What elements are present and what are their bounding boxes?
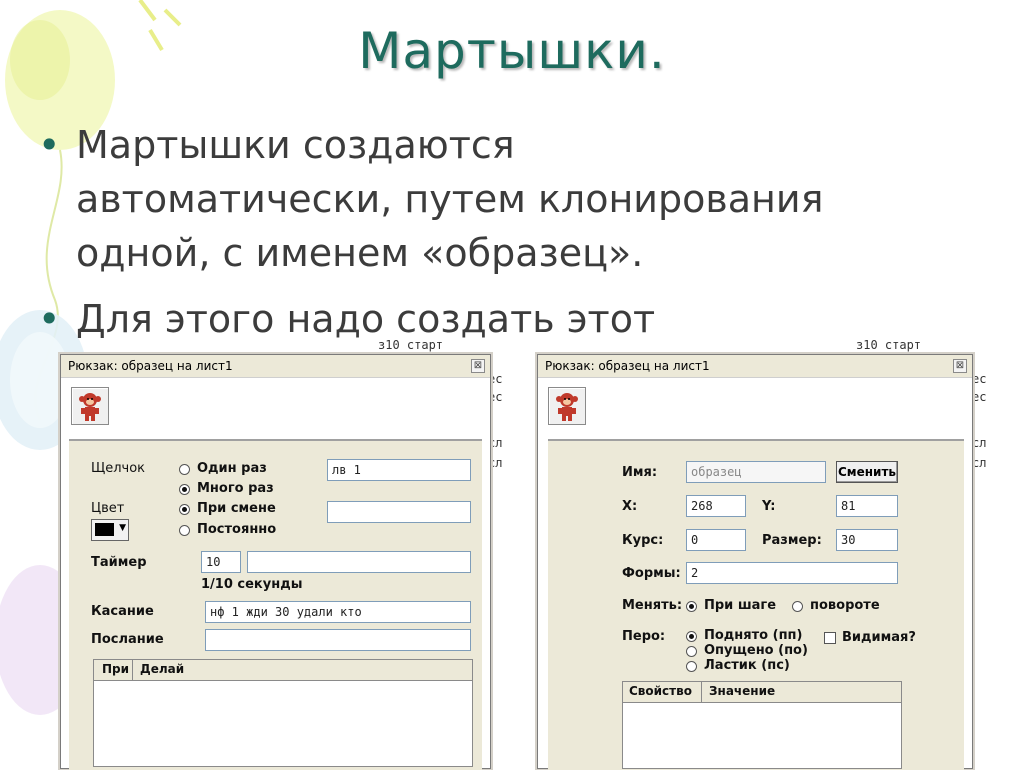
radio-on-step[interactable] bbox=[686, 601, 697, 612]
bg-text-line: з10 старт bbox=[856, 338, 922, 352]
size-label: Размер: bbox=[762, 533, 822, 548]
backpack-window-left: Рюкзак: образец на лист1 ⊠ Щелчок Один р… bbox=[60, 354, 491, 770]
extra-command-input[interactable] bbox=[327, 501, 471, 523]
radio-always[interactable] bbox=[179, 525, 190, 536]
radio-once[interactable] bbox=[179, 464, 190, 475]
monkey-sprite-button[interactable] bbox=[548, 387, 586, 425]
bg-text-line: сл bbox=[972, 456, 987, 470]
color-label: Цвет bbox=[91, 501, 125, 516]
window-titlebar[interactable]: Рюкзак: образец на лист1 ⊠ bbox=[538, 355, 972, 378]
close-icon[interactable]: ⊠ bbox=[953, 359, 967, 373]
timer-unit: 1/10 секунды bbox=[201, 577, 303, 592]
bullet-1-line-3: одной, с именем «образец». bbox=[76, 231, 644, 275]
y-input[interactable]: 81 bbox=[836, 495, 898, 517]
shapes-input[interactable]: 2 bbox=[686, 562, 898, 584]
radio-on-turn[interactable] bbox=[792, 601, 803, 612]
pen-label: Перо: bbox=[622, 629, 666, 644]
condition-action-table[interactable]: При Делай bbox=[93, 659, 473, 767]
properties-panel: Щелчок Один раз Много раз При смене Пост… bbox=[69, 439, 482, 770]
col-property: Свойство bbox=[629, 684, 692, 698]
message-label: Послание bbox=[91, 632, 164, 647]
click-label: Щелчок bbox=[91, 461, 146, 476]
timer-input[interactable]: 10 bbox=[201, 551, 241, 573]
window-title: Рюкзак: образец на лист1 bbox=[68, 359, 233, 373]
bg-text-line: ес bbox=[972, 372, 987, 386]
name-label: Имя: bbox=[622, 465, 658, 480]
bg-text-line: з10 старт bbox=[378, 338, 444, 352]
heading-input[interactable]: 0 bbox=[686, 529, 746, 551]
timer-command-input[interactable] bbox=[247, 551, 471, 573]
option-on-step: При шаге bbox=[704, 598, 777, 613]
table-header: Свойство Значение bbox=[623, 682, 901, 703]
bullet-1-line-1: Мартышки создаются bbox=[76, 123, 515, 167]
change-name-button[interactable]: Сменить bbox=[836, 461, 898, 483]
window-titlebar[interactable]: Рюкзак: образец на лист1 ⊠ bbox=[61, 355, 490, 378]
y-label: Y: bbox=[762, 499, 776, 514]
column-divider bbox=[132, 660, 133, 680]
window-title: Рюкзак: образец на лист1 bbox=[545, 359, 710, 373]
slide-title: Мартышки. bbox=[358, 22, 666, 80]
col-do: Делай bbox=[140, 662, 185, 676]
radio-on-change[interactable] bbox=[179, 504, 190, 515]
heading-label: Курс: bbox=[622, 533, 664, 548]
option-many: Много раз bbox=[197, 481, 274, 496]
size-input[interactable]: 30 bbox=[836, 529, 898, 551]
bullet-mark: • bbox=[38, 297, 61, 341]
name-input[interactable]: образец bbox=[686, 461, 826, 483]
touch-label: Касание bbox=[91, 604, 154, 619]
option-eraser: Ластик (пс) bbox=[704, 658, 790, 673]
table-header: При Делай bbox=[94, 660, 472, 681]
color-picker[interactable]: ▼ bbox=[91, 519, 129, 541]
touch-input[interactable]: нф 1 жди 30 удали кто bbox=[205, 601, 471, 623]
visible-label: Видимая? bbox=[842, 630, 916, 645]
timer-label: Таймер bbox=[91, 555, 147, 570]
bullet-2: • Для этого надо создать этот bbox=[38, 292, 656, 346]
monkey-icon bbox=[79, 393, 101, 421]
col-value: Значение bbox=[709, 684, 776, 698]
color-swatch bbox=[95, 523, 114, 536]
radio-many[interactable] bbox=[179, 484, 190, 495]
property-value-table[interactable]: Свойство Значение bbox=[622, 681, 902, 769]
bg-text-line: сл bbox=[972, 436, 987, 450]
bullet-mark: • bbox=[38, 123, 61, 167]
click-command-input[interactable]: лв 1 bbox=[327, 459, 471, 481]
bullet-1: • Мартышки создаются автоматически, путе… bbox=[38, 118, 824, 280]
radio-eraser[interactable] bbox=[686, 661, 697, 672]
option-once: Один раз bbox=[197, 461, 267, 476]
backpack-window-right: Рюкзак: образец на лист1 ⊠ Имя: образец … bbox=[537, 354, 973, 770]
message-input[interactable] bbox=[205, 629, 471, 651]
option-pen-down: Опущено (по) bbox=[704, 643, 808, 658]
option-always: Постоянно bbox=[197, 522, 277, 537]
x-label: X: bbox=[622, 499, 638, 514]
option-on-change: При смене bbox=[197, 501, 276, 516]
visible-checkbox[interactable] bbox=[824, 632, 836, 644]
column-divider bbox=[701, 682, 702, 702]
option-pen-up: Поднято (пп) bbox=[704, 628, 803, 643]
bullet-2-line-1: Для этого надо создать этот bbox=[76, 297, 656, 341]
change-label: Менять: bbox=[622, 598, 683, 613]
chevron-down-icon: ▼ bbox=[119, 523, 126, 533]
radio-pen-up[interactable] bbox=[686, 631, 697, 642]
option-on-turn: повороте bbox=[810, 598, 880, 613]
col-when: При bbox=[102, 662, 130, 676]
x-input[interactable]: 268 bbox=[686, 495, 746, 517]
bullet-1-line-2: автоматически, путем клонирования bbox=[76, 177, 824, 221]
monkey-icon bbox=[556, 393, 578, 421]
close-icon[interactable]: ⊠ bbox=[471, 359, 485, 373]
radio-pen-down[interactable] bbox=[686, 646, 697, 657]
shapes-label: Формы: bbox=[622, 566, 681, 581]
properties-panel: Имя: образец Сменить X: 268 Y: 81 Курс: … bbox=[548, 439, 964, 770]
monkey-sprite-button[interactable] bbox=[71, 387, 109, 425]
bg-text-line: ес bbox=[972, 390, 987, 404]
